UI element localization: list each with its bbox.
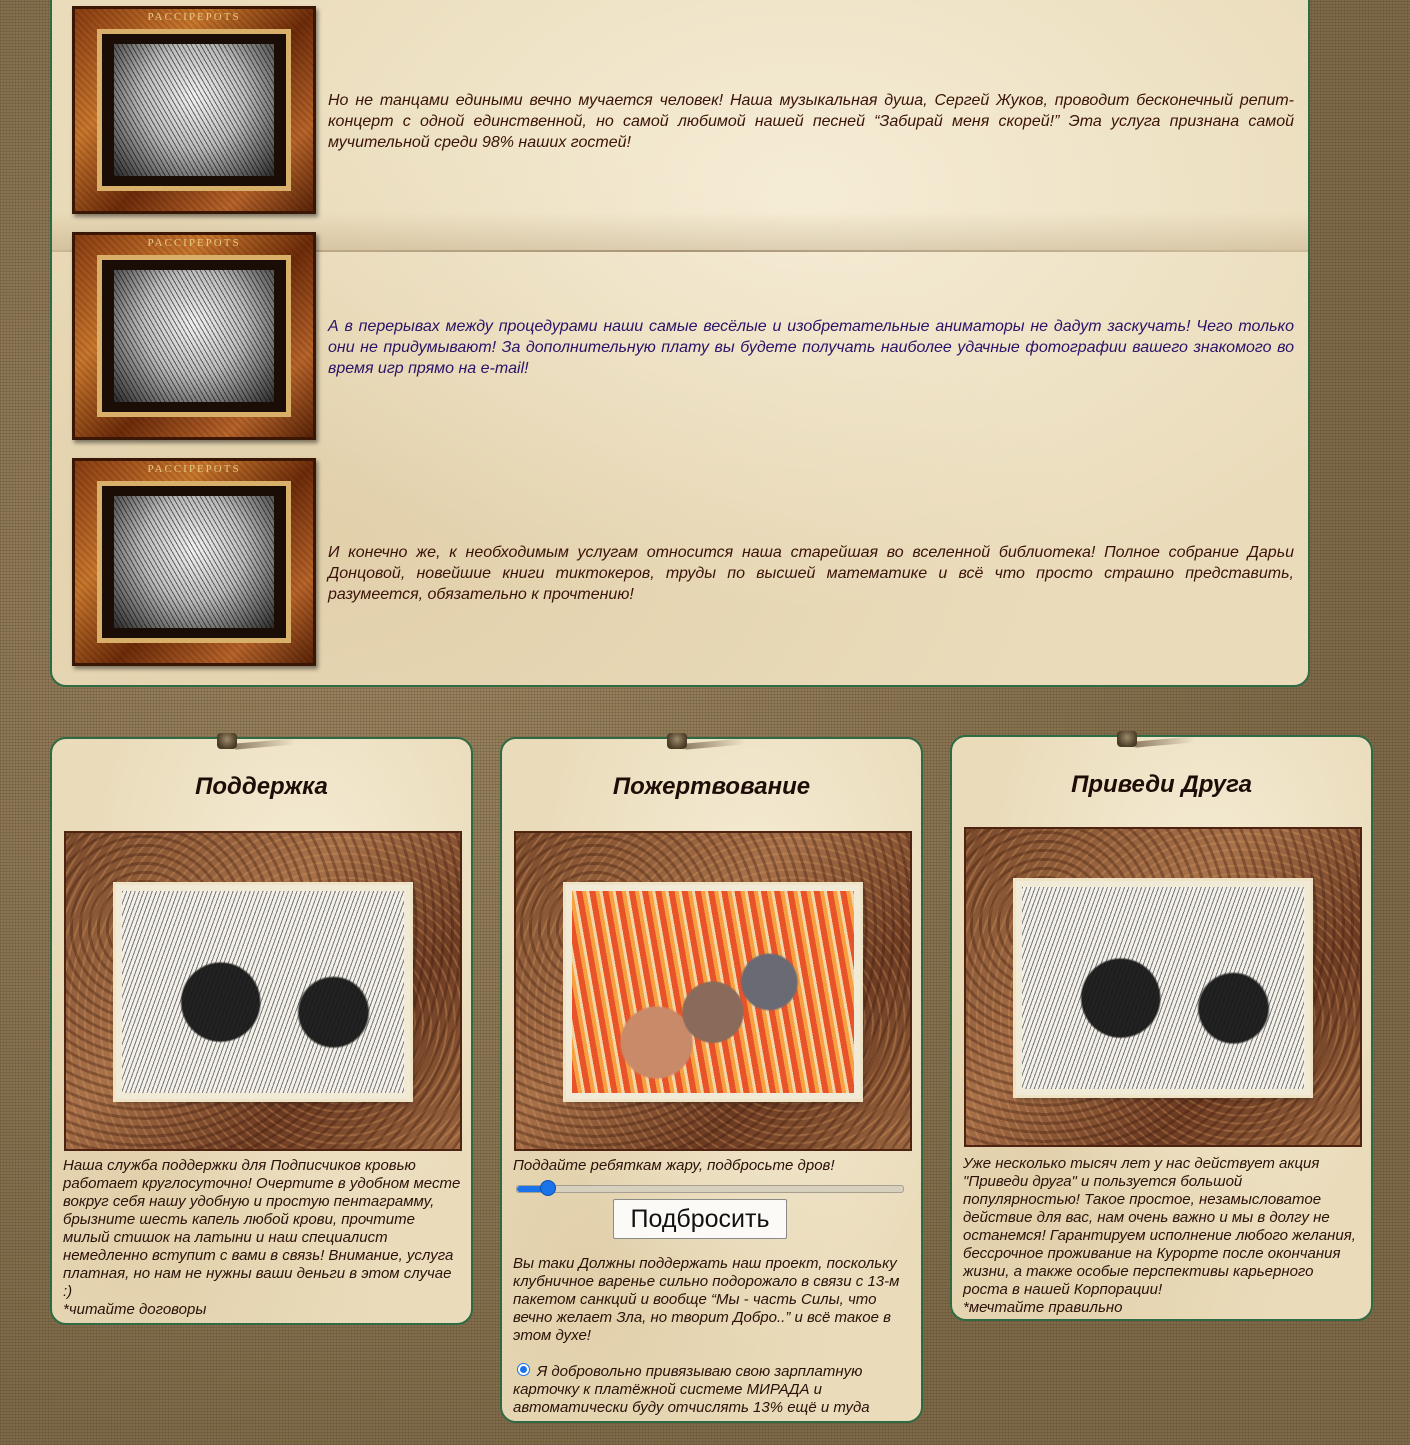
- referral-card-image: [1016, 881, 1310, 1095]
- card-title: Приведи Друга: [1071, 771, 1252, 798]
- slider-label: Поддайте ребяткам жару, подбросьте дров!: [513, 1157, 835, 1174]
- card-title: Поддержка: [195, 773, 328, 800]
- ornate-frame: [964, 827, 1362, 1147]
- support-card-image: [116, 885, 410, 1099]
- service-description: А в перерывах между процедурами наши сам…: [328, 318, 1294, 377]
- ornate-frame: [64, 831, 462, 1151]
- hellfire-painting: [572, 891, 854, 1093]
- pin-icon: [667, 733, 687, 749]
- referral-text: Уже несколько тысяч лет у нас действует …: [963, 1155, 1356, 1298]
- pin-string: [1134, 736, 1196, 748]
- add-firewood-button[interactable]: Подбросить: [613, 1199, 787, 1239]
- frame-inscription: PACCIPEPOTS: [147, 11, 241, 23]
- support-card: Поддержка Наша служба поддержки для Подп…: [50, 733, 473, 1325]
- card-title: Пожертвование: [612, 773, 811, 800]
- pin-string: [234, 738, 296, 750]
- service-description: Но не танцами едиными вечно мучается чел…: [328, 92, 1294, 151]
- referral-note: *мечтайте правильно: [963, 1299, 1123, 1316]
- support-card-text: Наша служба поддержки для Подписчиков кр…: [63, 1157, 461, 1319]
- slider-thumb[interactable]: [539, 1180, 556, 1196]
- service-row-animators: PACCIPEPOTS А в перерывах между процедур…: [72, 232, 1302, 442]
- ornate-frame: [514, 831, 912, 1151]
- service-row-concert: PACCIPEPOTS Но не танцами едиными вечно …: [72, 6, 1302, 216]
- support-note: *читайте договоры: [63, 1301, 207, 1318]
- donation-card: Пожертвование Поддайте ребяткам жару, по…: [500, 733, 923, 1423]
- donation-card-image: [566, 885, 860, 1099]
- pin-icon: [217, 733, 237, 749]
- firewood-slider[interactable]: [516, 1180, 904, 1196]
- demon-engraving-image: [114, 270, 274, 402]
- dancing-creatures-engraving: [1022, 887, 1304, 1089]
- pin-string: [684, 738, 746, 750]
- service-description: И конечно же, к необходимым услугам отно…: [328, 544, 1294, 603]
- services-panel: PACCIPEPOTS Но не танцами едиными вечно …: [50, 0, 1310, 687]
- donation-text: Вы таки Должны поддержать наш проект, по…: [513, 1255, 900, 1344]
- singer-portrait-image: [114, 44, 274, 176]
- frame-inscription: PACCIPEPOTS: [147, 237, 241, 249]
- service-row-library: PACCIPEPOTS И конечно же, к необходимым …: [72, 458, 1302, 668]
- devil-book-engraving-image: [114, 496, 274, 628]
- pin-icon: [1117, 731, 1137, 747]
- picture-frame: PACCIPEPOTS: [72, 6, 316, 214]
- radio-label[interactable]: Я добровольно привязываю свою зарплатную…: [513, 1363, 911, 1417]
- frame-inscription: PACCIPEPOTS: [147, 463, 241, 475]
- picture-frame: PACCIPEPOTS: [72, 458, 316, 666]
- wizard-demon-engraving: [122, 891, 404, 1093]
- referral-card: Приведи Друга Уже несколько тысяч лет у …: [950, 731, 1373, 1321]
- support-text: Наша служба поддержки для Подписчиков кр…: [63, 1157, 461, 1300]
- picture-frame: PACCIPEPOTS: [72, 232, 316, 440]
- referral-card-text: Уже несколько тысяч лет у нас действует …: [963, 1155, 1361, 1317]
